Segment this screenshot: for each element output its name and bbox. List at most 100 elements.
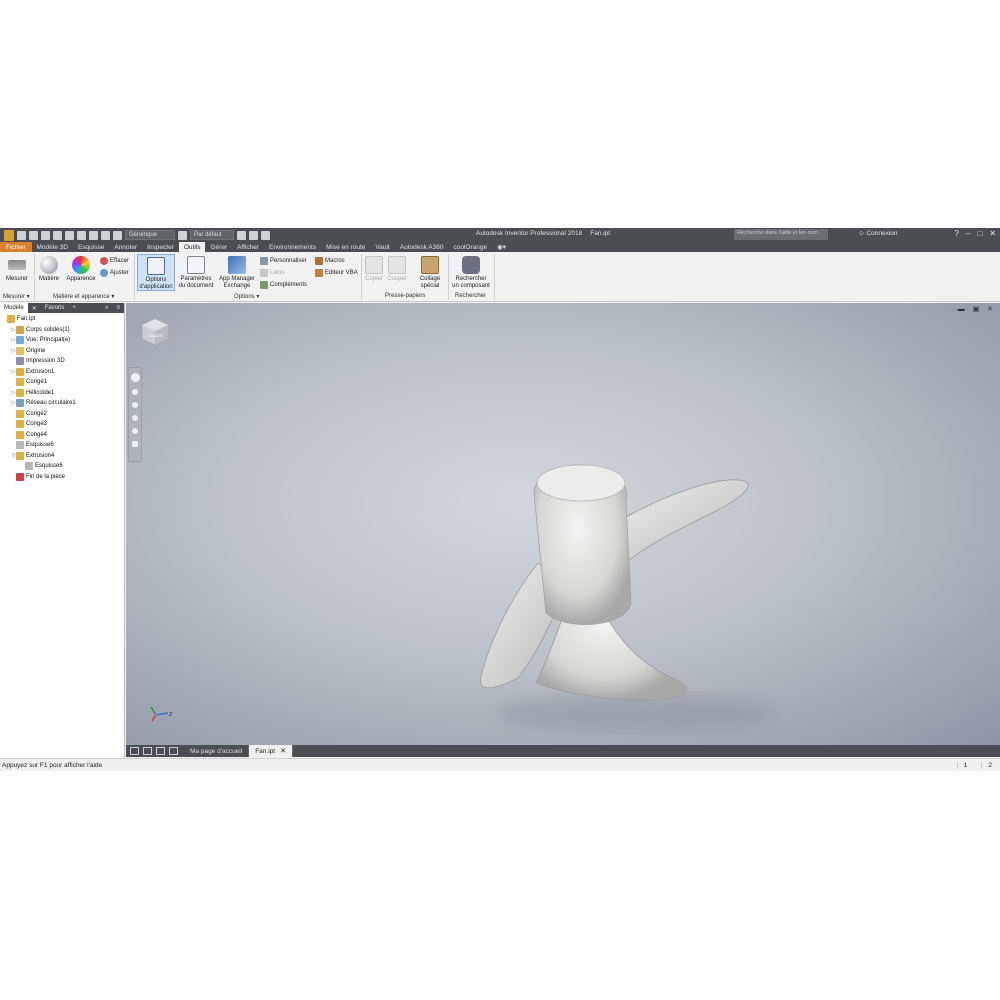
orbit-icon[interactable] (132, 415, 138, 421)
tab-outils[interactable]: Outils (178, 242, 206, 252)
steering-wheel-icon[interactable] (130, 373, 140, 382)
add-tab-icon[interactable]: + (68, 303, 80, 313)
panel-label-measure[interactable]: Mesurer ▾ (3, 293, 30, 300)
tree-node[interactable]: ▷ Extrusion1 (0, 367, 124, 378)
panel-label-options[interactable]: Options ▾ (234, 293, 259, 300)
adjust-icon[interactable] (237, 230, 246, 240)
minimize-icon[interactable]: – (966, 229, 970, 238)
app-manager-button[interactable]: App Manager Exchange (217, 256, 257, 290)
appearance-select[interactable]: Générique (125, 230, 175, 240)
viewport-window-controls[interactable]: ▬ ▣ ✕ (958, 305, 996, 313)
tab-gerer[interactable]: Gérer (205, 242, 232, 252)
copy-button[interactable]: Copier (364, 256, 384, 283)
search-icon[interactable]: ⌕ (101, 303, 112, 313)
cascade-windows-icon[interactable] (130, 747, 139, 755)
tree-node[interactable]: Fan.ipt (0, 314, 124, 325)
tab-coolorange[interactable]: coolOrange (448, 242, 492, 252)
tile-vertical-icon[interactable] (156, 747, 165, 755)
adjust-button[interactable]: Ajuster (100, 269, 129, 277)
tab-fichier[interactable]: Fichier (0, 242, 32, 252)
macros-button[interactable]: Macros (315, 257, 345, 265)
tree-node[interactable]: ▷ Vue: Principal(e) (0, 335, 124, 346)
find-component-button[interactable]: Rechercher un composant (450, 256, 492, 290)
addins-button[interactable]: Compléments (260, 281, 307, 289)
select-icon[interactable] (101, 230, 110, 240)
save-icon[interactable] (41, 230, 50, 240)
paste-special-button[interactable]: Collage spécial (414, 256, 446, 290)
appearance-button[interactable]: Apparence (64, 256, 98, 283)
tab-esquisse[interactable]: Esquisse (73, 242, 109, 252)
tree-node[interactable]: Esquisse6 (0, 461, 124, 472)
tab-inspecter[interactable]: Inspecter (142, 242, 179, 252)
tab-model[interactable]: Modèle (0, 303, 28, 313)
tree-node[interactable]: ▽ Extrusion4 (0, 451, 124, 462)
tab-annoter[interactable]: Annoter (109, 242, 142, 252)
graphics-viewport[interactable]: GAUCHE ▬ ▣ ✕ Z (126, 303, 1000, 745)
close-model-tab-icon[interactable]: ✕ (28, 303, 41, 313)
help-button[interactable]: ? (955, 229, 959, 238)
parameters-icon[interactable] (261, 230, 270, 240)
inventor-logo-icon[interactable] (4, 229, 14, 241)
arrange-icon[interactable] (169, 747, 178, 755)
clear-button[interactable]: Effacer (100, 257, 129, 265)
clear-appearance-icon[interactable] (249, 230, 258, 240)
tab-vault[interactable]: Vault (370, 242, 394, 252)
cut-button[interactable]: Couper (386, 256, 408, 283)
measure-button[interactable]: Mesurer (3, 256, 31, 283)
undo-icon[interactable] (53, 230, 62, 240)
tree-node[interactable]: ▷ Corps solides(1) (0, 325, 124, 336)
zoom-icon[interactable] (132, 402, 138, 408)
triad-z-label: Z (169, 712, 173, 718)
tree-node-icon (16, 346, 24, 355)
doc-tab-home[interactable]: Ma page d'accueil (184, 745, 250, 757)
tab-options-toggle-icon[interactable]: ◉▾ (492, 242, 511, 252)
close-icon[interactable]: ✕ (989, 229, 996, 238)
tree-node[interactable]: ▷ Origine (0, 346, 124, 357)
document-settings-button[interactable]: Paramètres du document (177, 256, 215, 290)
help-search-input[interactable]: Recherche dans l'aide et les com (734, 229, 828, 240)
tree-node[interactable]: ▷ Hélicoïde1 (0, 388, 124, 399)
panel-label-material[interactable]: Matière et apparence ▾ (53, 293, 114, 300)
update-icon[interactable] (89, 230, 98, 240)
tree-node[interactable]: Fin de la pièce (0, 472, 124, 483)
tab-environnements[interactable]: Environnements (264, 242, 321, 252)
fan-3d-model[interactable] (426, 453, 786, 743)
open-file-icon[interactable] (29, 230, 38, 240)
tree-node[interactable]: Esquisse6 (0, 440, 124, 451)
tree-node[interactable]: ▷ Réseau circulaire1 (0, 398, 124, 409)
links-button[interactable]: Liens (260, 269, 284, 277)
tab-modele-3d[interactable]: Modèle 3D (32, 242, 73, 252)
close-doc-icon[interactable]: ✕ (280, 747, 286, 755)
viewcube-icon[interactable]: GAUCHE (140, 317, 170, 347)
tree-node[interactable]: Congé4 (0, 430, 124, 441)
application-options-button[interactable]: Options d'application (137, 254, 175, 291)
sign-in-button[interactable]: ☺ Connexion (858, 230, 898, 237)
tab-mise-en-route[interactable]: Mise en route (321, 242, 370, 252)
links-icon (260, 269, 268, 277)
material-ball-icon[interactable] (113, 230, 122, 240)
tree-node[interactable]: Congé2 (0, 409, 124, 420)
appearance-ball-icon[interactable] (178, 230, 187, 240)
menu-icon[interactable]: ≡ (112, 303, 124, 313)
tab-favorites[interactable]: Favoris (41, 303, 69, 313)
tree-node[interactable]: Congé1 (0, 377, 124, 388)
tab-afficher[interactable]: Afficher (232, 242, 264, 252)
pan-icon[interactable] (132, 389, 138, 395)
tile-windows-icon[interactable] (143, 747, 152, 755)
customize-button[interactable]: Personnaliser (260, 257, 307, 265)
fan-blade-top[interactable] (607, 479, 749, 566)
material-button[interactable]: Matière (36, 256, 62, 283)
material-select[interactable]: Par défaut (190, 230, 234, 240)
maximize-icon[interactable]: □ (977, 229, 982, 238)
redo-icon[interactable] (65, 230, 74, 240)
tree-node[interactable]: Congé3 (0, 419, 124, 430)
navigation-bar[interactable] (128, 367, 142, 462)
doc-tab-fan[interactable]: Fan.ipt ✕ (249, 745, 293, 757)
new-file-icon[interactable] (17, 230, 26, 240)
tab-autodesk-a360[interactable]: Autodesk A360 (395, 242, 449, 252)
view-extents-icon[interactable] (132, 441, 138, 447)
vba-editor-button[interactable]: Editeur VBA (315, 269, 358, 277)
look-at-icon[interactable] (132, 428, 138, 434)
home-icon[interactable] (77, 230, 86, 240)
tree-node[interactable]: Impression 3D (0, 356, 124, 367)
